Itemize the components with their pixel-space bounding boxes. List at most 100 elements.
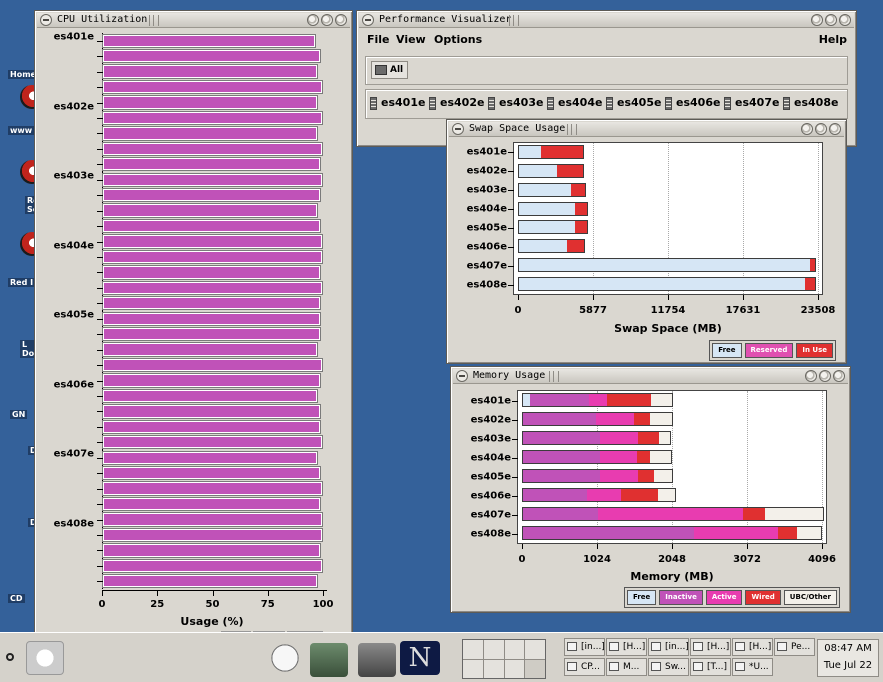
- panel-arrow-icon[interactable]: [6, 653, 14, 661]
- all-button[interactable]: All: [371, 61, 408, 79]
- perf-titlebar[interactable]: Performance Visualizer: [359, 13, 854, 28]
- host-icon: [724, 97, 731, 110]
- memory-host-label: es405e: [470, 471, 511, 482]
- cpu-bar: [103, 111, 322, 125]
- cpu-y-tick: [97, 411, 103, 413]
- swap-segment-inuse: [804, 278, 816, 291]
- memory-y-tick: [512, 476, 518, 478]
- cpu-x-tick-label: 100: [312, 599, 334, 610]
- terminal-icon[interactable]: [310, 643, 348, 677]
- cpu-bar: [103, 420, 320, 434]
- memory-x-axis-title: Memory (MB): [630, 570, 714, 583]
- window-icon: [777, 642, 787, 651]
- memory-segment-inactive: [523, 451, 600, 463]
- memory-segment-ubcother: [796, 527, 822, 539]
- swap-y-tick: [508, 265, 514, 267]
- swap-x-tick: [668, 295, 669, 300]
- gnome-foot-icon[interactable]: [26, 641, 64, 675]
- host-label: es401e: [381, 96, 426, 109]
- task-button[interactable]: [H...]: [606, 638, 647, 656]
- desktop-icon-gnome[interactable]: GN: [10, 410, 28, 419]
- clock[interactable]: 08:47 AM Tue Jul 22: [817, 639, 879, 677]
- desktop-icon-cd[interactable]: CD: [8, 594, 25, 603]
- host-label: es402e: [440, 96, 485, 109]
- swap-bar: [518, 163, 584, 178]
- clock-time: 08:47 AM: [824, 643, 872, 654]
- cpu-bar: [103, 575, 318, 588]
- swap-segment-free: [519, 221, 576, 234]
- memory-segment-ubcother: [650, 451, 671, 463]
- menu-options[interactable]: Options: [434, 33, 482, 46]
- memory-segment-ubcother: [764, 508, 823, 520]
- host-button-es404e[interactable]: es404e: [547, 96, 602, 110]
- text-editor-icon[interactable]: [358, 643, 396, 677]
- host-button-es408e[interactable]: es408e: [783, 96, 839, 110]
- task-label: M...: [623, 662, 640, 672]
- memory-segment-wired: [634, 413, 651, 425]
- host-button-es403e[interactable]: es403e: [488, 96, 544, 110]
- maximize-icon[interactable]: [825, 14, 837, 26]
- memory-legend-wired: Wired: [745, 590, 781, 605]
- task-button[interactable]: CP...: [564, 658, 605, 676]
- task-button[interactable]: [T...]: [690, 658, 731, 676]
- memory-segment-wired: [621, 489, 658, 501]
- help-icon[interactable]: [270, 641, 300, 675]
- workspace-pager[interactable]: [462, 639, 546, 679]
- desktop-icon-redhat[interactable]: Red I: [8, 278, 36, 287]
- memory-x-tick-label: 3072: [733, 554, 761, 565]
- task-button[interactable]: Pe...: [774, 638, 815, 656]
- swap-segment-inuse: [575, 202, 587, 215]
- all-toolbar: All: [365, 56, 848, 85]
- host-button-es405e[interactable]: es405e: [606, 96, 661, 110]
- host-button-es402e[interactable]: es402e: [429, 96, 485, 110]
- netscape-icon[interactable]: N: [400, 641, 440, 675]
- minimize-icon[interactable]: [811, 14, 823, 26]
- cpu-bar: [103, 466, 320, 480]
- swap-chart: es401e es402e es403e es404e es405e es406e es40…: [447, 120, 846, 363]
- swap-host-label: es405e: [466, 222, 507, 234]
- cpu-bar: [103, 250, 322, 264]
- desktop-icon-www[interactable]: www: [8, 126, 35, 135]
- cpu-bar: [103, 497, 320, 511]
- memory-segment-ubcother: [651, 394, 672, 406]
- swap-legend-free: Free: [712, 343, 742, 358]
- cpu-y-tick: [97, 179, 103, 181]
- task-button[interactable]: Sw...: [648, 658, 689, 676]
- menu-help[interactable]: Help: [819, 33, 847, 46]
- cpu-y-tick: [97, 56, 103, 58]
- memory-host-label: es401e: [470, 395, 511, 406]
- window-menu-icon[interactable]: [362, 14, 374, 26]
- memory-bar: [522, 507, 824, 521]
- task-button[interactable]: [in...]: [648, 638, 689, 656]
- host-label: es408e: [794, 96, 839, 109]
- memory-host-label: es408e: [470, 528, 511, 539]
- swap-x-tick-label: 11754: [650, 305, 686, 316]
- host-icon: [665, 97, 672, 110]
- cpu-bar: [103, 343, 318, 356]
- swap-host-label: es407e: [466, 260, 507, 272]
- task-button[interactable]: [in...]: [564, 638, 605, 656]
- task-button[interactable]: [H...]: [690, 638, 731, 656]
- task-button[interactable]: [H...]: [732, 638, 773, 656]
- menu-view[interactable]: View: [396, 33, 426, 46]
- task-button[interactable]: *U...: [732, 658, 773, 676]
- cpu-host-label: es402e: [53, 101, 94, 112]
- swap-x-tick: [518, 295, 519, 300]
- close-icon[interactable]: [839, 14, 851, 26]
- menu-file[interactable]: File: [367, 33, 390, 46]
- swap-segment-free: [519, 259, 810, 272]
- cpu-y-tick: [97, 442, 103, 444]
- monitor-icon: [375, 65, 387, 75]
- memory-host-label: es404e: [470, 452, 511, 463]
- host-button-es401e[interactable]: es401e: [370, 96, 426, 110]
- memory-bar: [522, 488, 676, 502]
- task-button[interactable]: M...: [606, 658, 647, 676]
- memory-segment-ubcother: [650, 413, 673, 425]
- host-label: es403e: [499, 96, 544, 109]
- memory-usage-window: Memory Usage es401e es402e es403e es404e es4…: [450, 366, 851, 613]
- swap-bar: [518, 201, 588, 216]
- host-button-es407e[interactable]: es407e: [724, 96, 779, 110]
- memory-bar: [522, 526, 823, 540]
- host-button-es406e[interactable]: es406e: [665, 96, 720, 110]
- task-label: Pe...: [791, 642, 811, 652]
